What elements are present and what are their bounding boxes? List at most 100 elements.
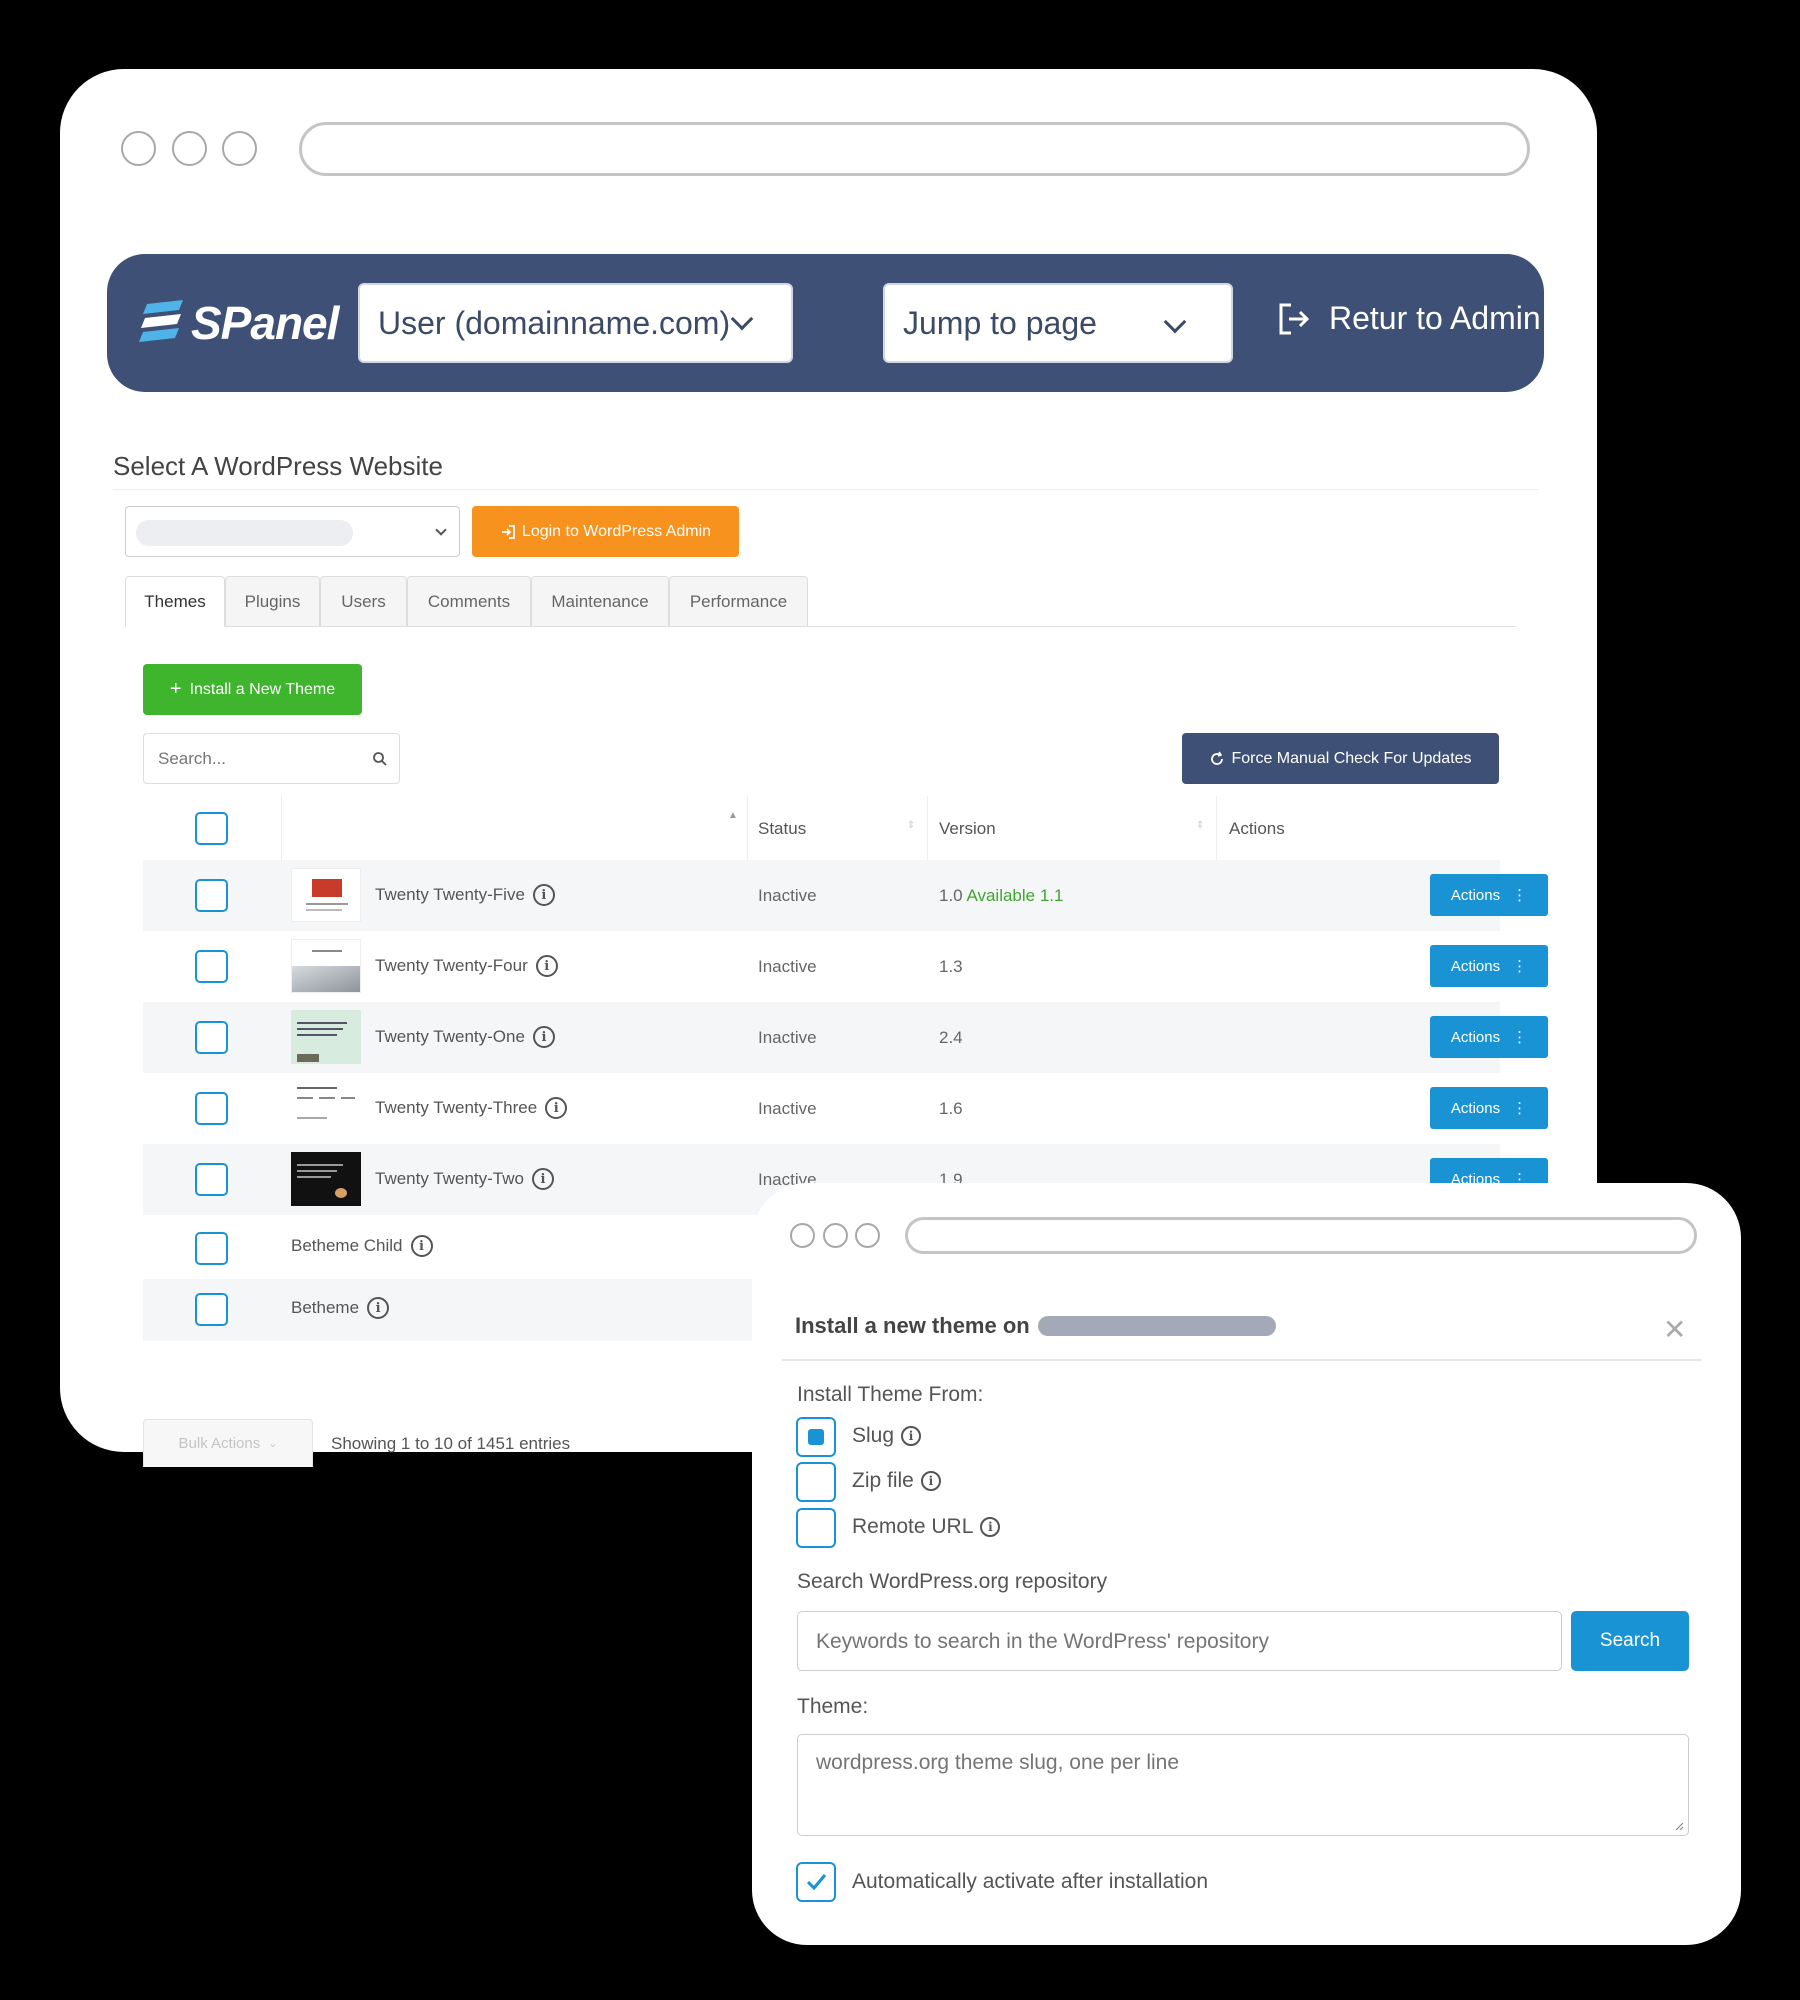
tab-performance[interactable]: Performance: [669, 576, 808, 627]
spanel-header: SPanel User (domainname.com) Jump to pag…: [107, 254, 1544, 392]
theme-name[interactable]: Betheme i: [291, 1297, 390, 1319]
table-row: Twenty Twenty-Four i Inactive 1.3 Action…: [143, 931, 1548, 1002]
return-label: Retur to Admin: [1329, 300, 1541, 336]
pagination-info: Showing 1 to 10 of 1451 entries: [331, 1434, 571, 1453]
row-checkbox[interactable]: [195, 1232, 228, 1265]
info-icon[interactable]: i: [920, 1471, 941, 1491]
theme-name-text: Betheme Child: [291, 1236, 403, 1255]
column-divider: [927, 796, 928, 860]
theme-name-text: Twenty Twenty-Five: [375, 885, 525, 904]
kebab-menu-icon: ⋮: [1512, 1100, 1528, 1117]
sort-icon[interactable]: ▲: [728, 810, 738, 821]
resize-handle-icon[interactable]: [1674, 1821, 1684, 1831]
repo-search-input[interactable]: [814, 1628, 1534, 1656]
row-checkbox[interactable]: [195, 1021, 228, 1054]
force-check-updates-button[interactable]: Force Manual Check For Updates: [1182, 733, 1499, 784]
theme-name[interactable]: Twenty Twenty-Five i: [375, 884, 555, 906]
row-checkbox[interactable]: [195, 950, 228, 983]
theme-name[interactable]: Betheme Child i: [291, 1235, 433, 1257]
theme-thumbnail: [291, 1081, 361, 1135]
tab-themes[interactable]: Themes: [125, 576, 225, 627]
website-select[interactable]: [125, 506, 460, 557]
theme-name-text: Betheme: [291, 1298, 360, 1317]
window-minimize-dot[interactable]: [823, 1223, 848, 1248]
spanel-logo-icon: [139, 300, 183, 342]
auto-activate-checkbox[interactable]: [796, 1862, 836, 1902]
theme-name-text: Twenty Twenty-Two: [375, 1169, 524, 1188]
jump-to-page-select[interactable]: Jump to page: [883, 283, 1233, 363]
theme-thumbnail: [291, 868, 361, 922]
info-icon[interactable]: i: [532, 884, 555, 906]
auto-activate-option[interactable]: Automatically activate after installatio…: [852, 1870, 1208, 1894]
tab-plugins[interactable]: Plugins: [225, 576, 320, 627]
window-close-dot[interactable]: [790, 1223, 815, 1248]
theme-slug-box[interactable]: [797, 1734, 1689, 1836]
window-minimize-dot[interactable]: [172, 131, 207, 166]
theme-search-box[interactable]: [143, 733, 400, 784]
window-maximize-dot[interactable]: [855, 1223, 880, 1248]
address-bar[interactable]: [299, 122, 1530, 176]
address-bar[interactable]: [905, 1217, 1697, 1254]
remote-url-checkbox[interactable]: [796, 1508, 836, 1548]
repo-search-box[interactable]: [797, 1611, 1562, 1671]
row-checkbox[interactable]: [195, 1293, 228, 1326]
info-icon[interactable]: i: [531, 1168, 554, 1190]
info-icon[interactable]: i: [980, 1517, 1001, 1537]
actions-button[interactable]: Actions ⋮: [1430, 1087, 1548, 1129]
theme-slug-textarea[interactable]: [814, 1749, 1664, 1819]
remote-url-option[interactable]: Remote URL i: [852, 1515, 1001, 1539]
close-icon[interactable]: ✕: [1663, 1313, 1686, 1346]
tab-comments[interactable]: Comments: [407, 576, 531, 627]
checked-indicator: [808, 1429, 824, 1445]
tab-users[interactable]: Users: [320, 576, 407, 627]
return-to-admin-link[interactable]: Retur to Admin: [1277, 300, 1541, 337]
theme-name[interactable]: Twenty Twenty-Two i: [375, 1168, 554, 1190]
update-available-link[interactable]: Available 1.1: [966, 886, 1063, 905]
info-icon[interactable]: i: [545, 1097, 568, 1119]
zip-file-option[interactable]: Zip file i: [852, 1469, 941, 1493]
slug-option[interactable]: Slug i: [852, 1424, 922, 1448]
login-wordpress-admin-button[interactable]: Login to WordPress Admin: [472, 506, 739, 557]
user-select[interactable]: User (domainname.com): [358, 283, 793, 363]
window-maximize-dot[interactable]: [222, 131, 257, 166]
bulk-actions-select[interactable]: Bulk Actions ⌄: [143, 1419, 313, 1467]
actions-button[interactable]: Actions ⋮: [1430, 874, 1548, 916]
info-icon[interactable]: i: [410, 1235, 433, 1257]
info-icon[interactable]: i: [901, 1426, 922, 1446]
actions-button[interactable]: Actions ⋮: [1430, 1016, 1548, 1058]
info-icon[interactable]: i: [532, 1026, 555, 1048]
zip-file-checkbox[interactable]: [796, 1462, 836, 1502]
window-close-dot[interactable]: [121, 131, 156, 166]
jump-select-value: Jump to page: [903, 305, 1097, 341]
search-input[interactable]: [156, 746, 356, 772]
chevron-down-icon: [730, 307, 754, 331]
modal-title-text: Install a new theme on: [795, 1313, 1030, 1338]
select-all-checkbox[interactable]: [195, 812, 228, 845]
zip-file-label: Zip file: [852, 1469, 914, 1492]
actions-button[interactable]: Actions ⋮: [1430, 945, 1548, 987]
actions-label: Actions: [1450, 886, 1501, 904]
row-checkbox[interactable]: [195, 879, 228, 912]
row-checkbox[interactable]: [195, 1092, 228, 1125]
info-icon[interactable]: i: [535, 955, 558, 977]
force-button-label: Force Manual Check For Updates: [1231, 749, 1472, 767]
install-from-label: Install Theme From:: [797, 1383, 984, 1406]
status-header[interactable]: Status: [758, 819, 806, 839]
info-icon[interactable]: i: [367, 1297, 390, 1319]
theme-name[interactable]: Twenty Twenty-Three i: [375, 1097, 568, 1119]
user-select-value: User (domainname.com): [378, 305, 731, 341]
table-row: Twenty Twenty-Five i Inactive 1.0 Availa…: [143, 860, 1548, 931]
slug-checkbox[interactable]: [796, 1417, 836, 1457]
version-header[interactable]: Version: [939, 819, 996, 839]
tab-maintenance[interactable]: Maintenance: [531, 576, 669, 627]
sort-icon[interactable]: ⇕: [1196, 820, 1204, 831]
theme-name-text: Twenty Twenty-Three: [375, 1098, 538, 1117]
checkmark-icon: [806, 1874, 827, 1891]
install-new-theme-button[interactable]: + Install a New Theme: [143, 664, 362, 715]
search-button[interactable]: Search: [1571, 1611, 1689, 1671]
modal-title: Install a new theme on: [795, 1313, 1276, 1339]
sort-icon[interactable]: ⇕: [907, 820, 915, 831]
theme-name[interactable]: Twenty Twenty-One i: [375, 1026, 555, 1048]
row-checkbox[interactable]: [195, 1163, 228, 1196]
theme-name[interactable]: Twenty Twenty-Four i: [375, 955, 558, 977]
